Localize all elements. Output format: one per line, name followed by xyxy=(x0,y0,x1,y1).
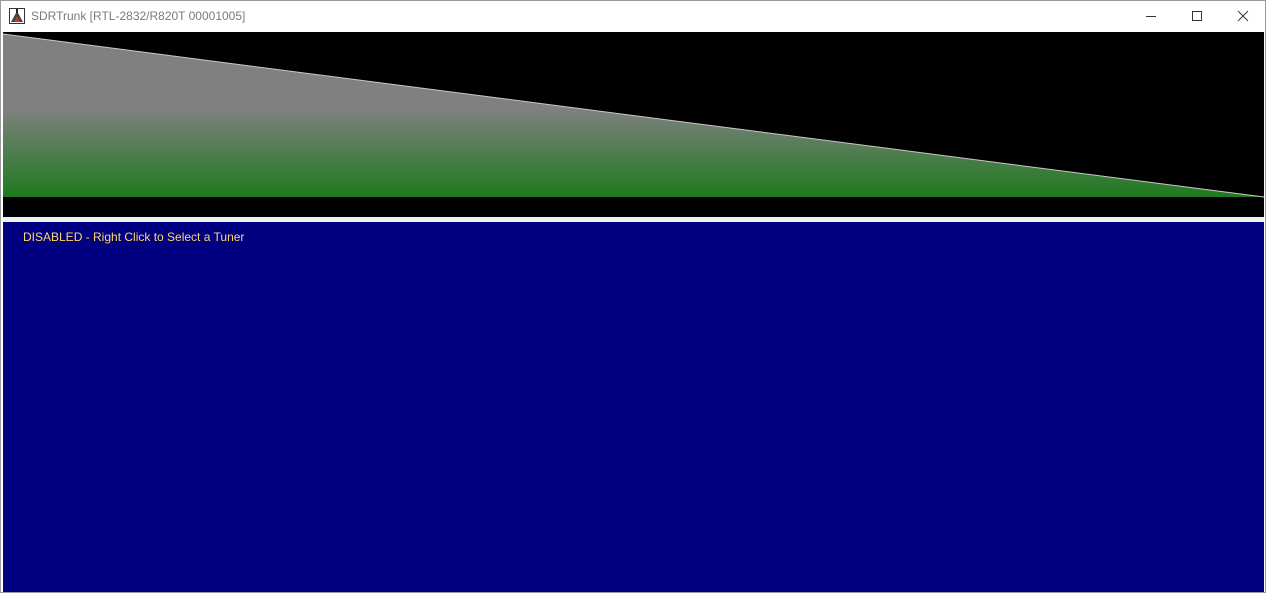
spectrum-display[interactable] xyxy=(3,32,1264,217)
maximize-button[interactable] xyxy=(1174,1,1220,31)
tuner-status-message: DISABLED - Right Click to Select a Tuner xyxy=(23,230,245,244)
close-icon xyxy=(1237,10,1249,22)
maximize-icon xyxy=(1192,11,1202,21)
minimize-button[interactable] xyxy=(1128,1,1174,31)
window-title: SDRTrunk [RTL-2832/R820T 00001005] xyxy=(31,9,246,23)
spectrum-graph xyxy=(3,32,1264,217)
minimize-icon xyxy=(1146,16,1156,17)
close-button[interactable] xyxy=(1220,1,1265,31)
sdrtrunk-app-icon[interactable] xyxy=(9,8,25,24)
sdrtrunk-window: SDRTrunk [RTL-2832/R820T 00001005] DISAB… xyxy=(0,0,1266,593)
title-bar[interactable]: SDRTrunk [RTL-2832/R820T 00001005] xyxy=(1,1,1265,31)
waterfall-display[interactable]: DISABLED - Right Click to Select a Tuner xyxy=(3,222,1264,592)
